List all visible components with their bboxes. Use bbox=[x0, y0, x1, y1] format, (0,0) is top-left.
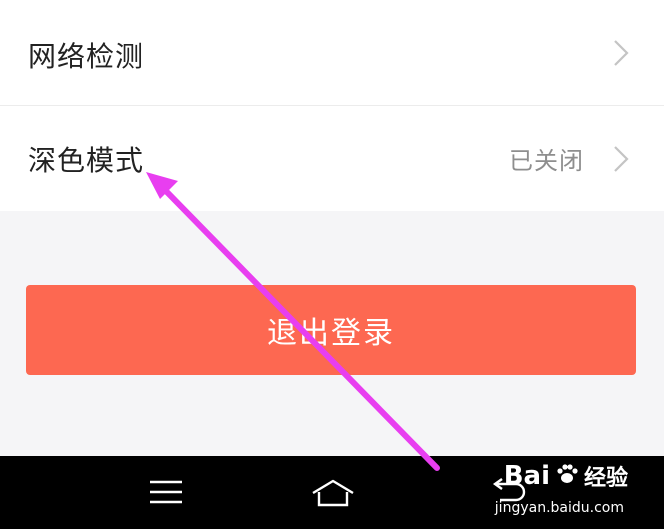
settings-item-network-check[interactable]: 网络检测 bbox=[0, 0, 664, 105]
settings-item-label: 网络检测 bbox=[28, 40, 145, 73]
watermark-url: jingyan.baidu.com bbox=[494, 500, 624, 516]
home-icon[interactable] bbox=[309, 476, 357, 512]
watermark-brand-cn: 经验 bbox=[583, 466, 628, 491]
settings-item-value: 已关闭 bbox=[509, 147, 584, 175]
settings-item-label: 深色模式 bbox=[28, 143, 145, 177]
settings-list: 网络检测 深色模式 已关闭 bbox=[0, 0, 664, 211]
chevron-right-icon bbox=[612, 38, 630, 68]
chevron-right-icon bbox=[612, 144, 630, 174]
baidu-watermark: Bai 经验 bbox=[504, 460, 628, 492]
settings-item-dark-mode[interactable]: 深色模式 已关闭 bbox=[0, 105, 664, 211]
paw-icon bbox=[554, 461, 580, 491]
screen: 网络检测 深色模式 已关闭 退出登录 Bai 经验 jingyan.baidu.… bbox=[0, 0, 664, 529]
logout-button[interactable]: 退出登录 bbox=[26, 285, 636, 375]
menu-icon[interactable] bbox=[146, 474, 186, 510]
watermark-brand: Bai bbox=[503, 461, 550, 491]
